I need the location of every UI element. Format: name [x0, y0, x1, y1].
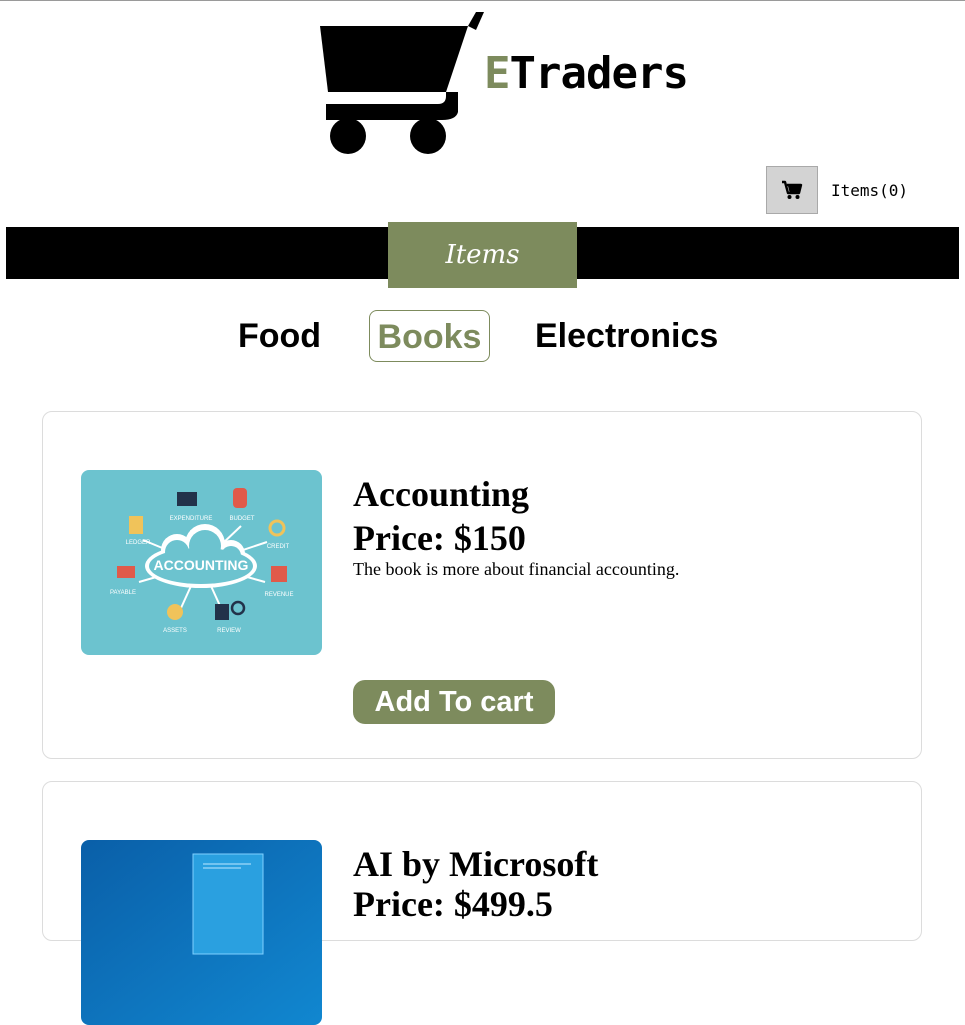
brand-first-letter: E: [484, 48, 510, 99]
shopping-cart-logo-icon: [320, 12, 484, 154]
shopping-cart-icon: [782, 180, 803, 199]
image-center-label: ACCOUNTING: [154, 557, 249, 573]
brand-name: ETraders: [484, 52, 689, 96]
svg-text:LEDGER: LEDGER: [126, 540, 151, 546]
product-title: AI by Microsoft: [353, 844, 599, 884]
svg-text:ASSETS: ASSETS: [163, 628, 187, 634]
svg-text:CREDIT: CREDIT: [267, 544, 290, 550]
svg-text:EXPENDITURE: EXPENDITURE: [170, 516, 213, 522]
svg-text:BUDGET: BUDGET: [229, 516, 254, 522]
product-image-ai-by-microsoft[interactable]: [81, 840, 322, 1025]
cart-button[interactable]: [766, 166, 818, 214]
tab-items[interactable]: Items: [388, 222, 577, 288]
product-card: ACCOUNTING EXPENDITURE BUDGET LEDGER CRE…: [42, 411, 922, 759]
product-price: Price: $150: [353, 518, 526, 558]
svg-text:PAYABLE: PAYABLE: [110, 590, 136, 596]
svg-text:REVENUE: REVENUE: [264, 592, 293, 598]
category-books[interactable]: Books: [369, 310, 490, 362]
brand-rest: Traders: [509, 48, 689, 99]
product-image-accounting[interactable]: ACCOUNTING EXPENDITURE BUDGET LEDGER CRE…: [81, 470, 322, 655]
add-to-cart-button[interactable]: Add To cart: [353, 680, 555, 724]
product-title: Accounting: [353, 474, 530, 514]
top-divider: [0, 0, 965, 1]
category-electronics[interactable]: Electronics: [535, 310, 718, 362]
cart-item-count[interactable]: Items(0): [831, 181, 908, 201]
site-logo[interactable]: ETraders: [318, 8, 718, 158]
product-description: The book is more about financial account…: [353, 559, 680, 579]
product-card: AI by Microsoft Price: $499.5: [42, 781, 922, 1025]
category-food[interactable]: Food: [238, 310, 321, 362]
svg-text:REVIEW: REVIEW: [217, 628, 241, 634]
product-price: Price: $499.5: [353, 884, 553, 924]
